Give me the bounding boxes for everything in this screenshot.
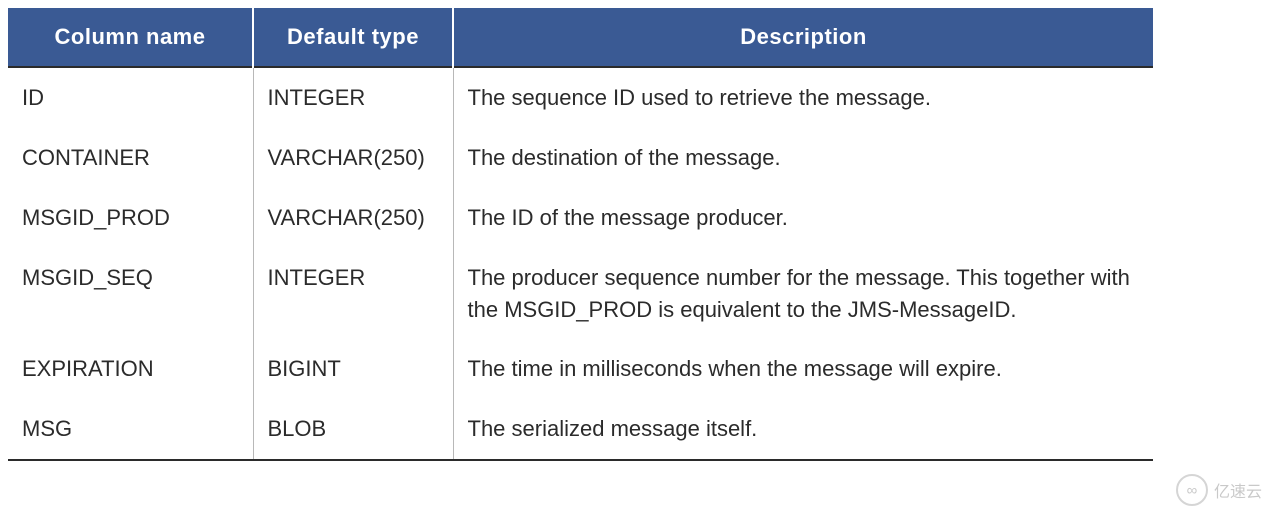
watermark: ∞ 亿速云 (1176, 474, 1262, 506)
cell-name: MSG (8, 399, 253, 460)
cell-desc: The ID of the message producer. (453, 188, 1153, 248)
cell-desc: The producer sequence number for the mes… (453, 248, 1153, 340)
cell-type: INTEGER (253, 248, 453, 340)
header-column-name: Column name (8, 8, 253, 67)
cell-desc: The time in milliseconds when the messag… (453, 339, 1153, 399)
table-row: EXPIRATION BIGINT The time in millisecon… (8, 339, 1153, 399)
cell-desc: The serialized message itself. (453, 399, 1153, 460)
header-description: Description (453, 8, 1153, 67)
table-body: ID INTEGER The sequence ID used to retri… (8, 67, 1153, 460)
table-row: ID INTEGER The sequence ID used to retri… (8, 67, 1153, 128)
table-row: CONTAINER VARCHAR(250) The destination o… (8, 128, 1153, 188)
cell-name: MSGID_PROD (8, 188, 253, 248)
cell-type: VARCHAR(250) (253, 128, 453, 188)
cell-desc: The destination of the message. (453, 128, 1153, 188)
header-default-type: Default type (253, 8, 453, 67)
watermark-icon: ∞ (1176, 474, 1208, 506)
cell-name: EXPIRATION (8, 339, 253, 399)
cell-name: ID (8, 67, 253, 128)
schema-table: Column name Default type Description ID … (8, 8, 1153, 461)
cell-type: BIGINT (253, 339, 453, 399)
cell-name: CONTAINER (8, 128, 253, 188)
cell-type: VARCHAR(250) (253, 188, 453, 248)
cell-type: BLOB (253, 399, 453, 460)
table-header: Column name Default type Description (8, 8, 1153, 67)
cell-desc: The sequence ID used to retrieve the mes… (453, 67, 1153, 128)
cell-name: MSGID_SEQ (8, 248, 253, 340)
table-row: MSG BLOB The serialized message itself. (8, 399, 1153, 460)
watermark-text: 亿速云 (1214, 478, 1262, 502)
table-row: MSGID_PROD VARCHAR(250) The ID of the me… (8, 188, 1153, 248)
cell-type: INTEGER (253, 67, 453, 128)
table-row: MSGID_SEQ INTEGER The producer sequence … (8, 248, 1153, 340)
